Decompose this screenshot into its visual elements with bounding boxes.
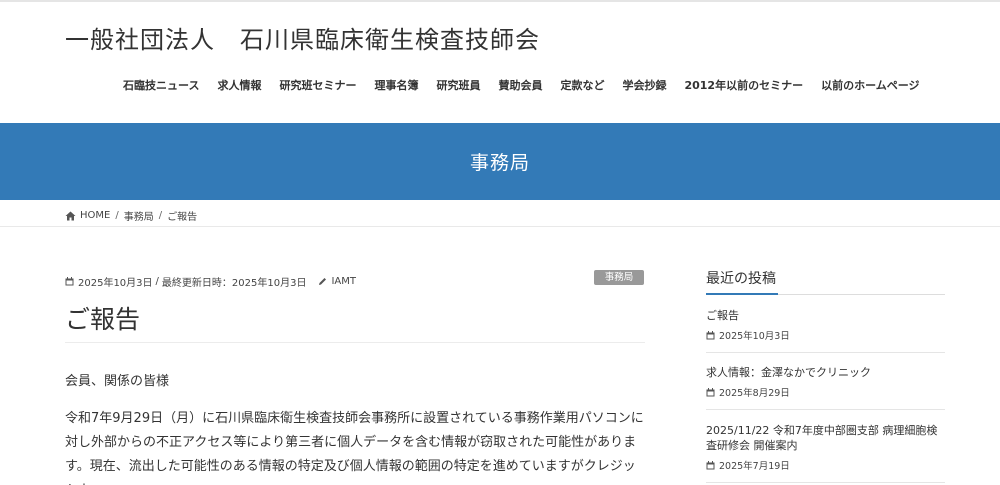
home-icon	[65, 211, 76, 220]
title-divider	[65, 342, 645, 343]
calendar-icon	[706, 460, 715, 469]
post-title: ご報告	[65, 305, 141, 334]
nav-item-articles[interactable]: 定款など	[551, 77, 613, 93]
post-published-date: 2025年10月3日	[78, 278, 153, 289]
recent-post-title[interactable]: 2025/11/22 令和7年度中部圏支部 病理細胞検査研修会 開催案内	[706, 423, 945, 453]
recent-post-item: 求人情報：金澤なかでクリニック 2025年8月29日	[706, 365, 945, 399]
recent-post-date-row: 2025年7月19日	[706, 458, 945, 472]
breadcrumb: HOME / 事務局 / ご報告	[65, 208, 197, 223]
global-nav: 石臨技ニュース 求人情報 研究班セミナー 理事名簿 研究班員 賛助会員 定款など…	[114, 77, 929, 93]
nav-item-jobs[interactable]: 求人情報	[208, 77, 270, 93]
nav-item-research-members[interactable]: 研究班員	[427, 77, 489, 93]
recent-post-title[interactable]: ご報告	[706, 308, 945, 323]
sidebar-divider	[706, 352, 945, 353]
recent-post-item: 2025/11/22 令和7年度中部圏支部 病理細胞検査研修会 開催案内 202…	[706, 423, 945, 472]
sidebar-divider	[706, 482, 945, 483]
page-header-banner: 事務局	[0, 123, 1000, 200]
top-border	[0, 0, 1000, 2]
nav-item-supporting-members[interactable]: 賛助会員	[489, 77, 551, 93]
breadcrumb-section[interactable]: 事務局	[124, 208, 154, 223]
nav-item-old-homepage[interactable]: 以前のホームページ	[812, 77, 928, 93]
sidebar-heading: 最近の投稿	[706, 271, 776, 287]
recent-post-item: ご報告 2025年10月3日	[706, 308, 945, 342]
recent-post-date: 2025年10月3日	[719, 331, 790, 342]
nav-item-directors[interactable]: 理事名簿	[365, 77, 427, 93]
nav-item-news[interactable]: 石臨技ニュース	[114, 77, 208, 93]
calendar-icon	[706, 330, 715, 339]
pencil-icon	[319, 278, 327, 285]
meta-divider: /	[155, 276, 159, 287]
site-title[interactable]: 一般社団法人 石川県臨床衛生検査技師会	[65, 20, 540, 55]
breadcrumb-current: ご報告	[167, 212, 198, 223]
calendar-icon	[65, 277, 74, 286]
calendar-icon	[706, 387, 715, 396]
post-paragraph: 会員、関係の皆様	[65, 374, 170, 389]
nav-item-seminars[interactable]: 研究班セミナー	[270, 77, 365, 93]
breadcrumb-bar: HOME / 事務局 / ご報告	[0, 200, 1000, 227]
recent-post-date: 2025年7月19日	[719, 461, 790, 472]
breadcrumb-separator: /	[115, 210, 119, 221]
sidebar-divider	[706, 409, 945, 410]
recent-post-title[interactable]: 求人情報：金澤なかでクリニック	[706, 365, 945, 380]
recent-post-date-row: 2025年10月3日	[706, 328, 945, 342]
page-header-title: 事務局	[469, 152, 530, 174]
nav-item-old-seminars[interactable]: 2012年以前のセミナー	[675, 77, 812, 93]
recent-post-date-row: 2025年8月29日	[706, 385, 945, 399]
post-updated-date: 2025年10月3日	[231, 278, 307, 289]
post-updated-label: 最終更新日時：	[161, 278, 232, 289]
sidebar-heading-accent	[706, 293, 778, 295]
post-paragraph: 令和7年9月29日（月）に石川県臨床衛生検査技師会事務所に設置されている事務作業…	[65, 411, 644, 485]
breadcrumb-separator: /	[158, 210, 163, 221]
breadcrumb-home[interactable]: HOME	[80, 210, 110, 221]
post-meta: 2025年10月3日 / 最終更新日時： 2025年10月3日 IAMT	[65, 274, 356, 289]
post-author[interactable]: IAMT	[331, 276, 356, 287]
category-badge[interactable]: 事務局	[594, 270, 644, 285]
recent-post-date: 2025年8月29日	[719, 388, 790, 399]
nav-item-abstracts[interactable]: 学会抄録	[613, 77, 675, 93]
